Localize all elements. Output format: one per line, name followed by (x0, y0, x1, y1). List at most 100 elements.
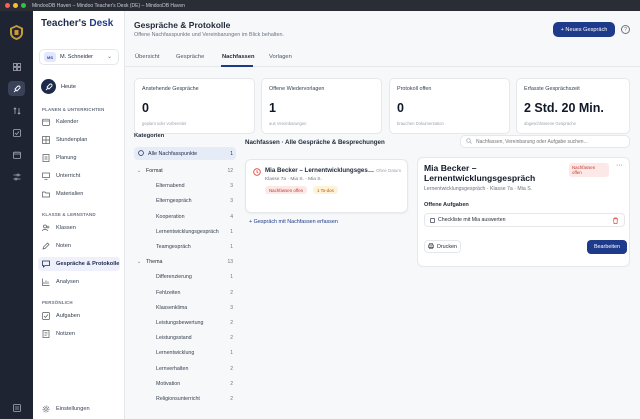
category-item[interactable]: Leistungsbewertung 2 (134, 317, 236, 329)
category-label: Klassenklima (156, 304, 188, 311)
page-title: Gespräche & Protokolle (134, 20, 231, 30)
category-item[interactable]: Lernverhalten 2 (134, 363, 236, 375)
sidebar-item-label: Gespräche & Protokolle (56, 261, 120, 267)
rail-sliders-icon[interactable] (8, 169, 25, 184)
category-count: 2 (230, 320, 233, 326)
rail-dashboard-icon[interactable] (8, 59, 25, 74)
sidebar: Teacher's Desk MS M. Schneider ⌄ Heute P… (33, 11, 125, 419)
search-input[interactable] (476, 138, 626, 145)
help-icon[interactable]: ? (621, 25, 630, 34)
detail-panel: Mia Becker – Lernentwicklungsgespräch Na… (417, 157, 630, 267)
category-item[interactable]: Religionsunterricht 2 (134, 393, 236, 405)
sidebar-item-stundenplan[interactable]: Stundenplan (38, 133, 120, 147)
close-window-button[interactable] (5, 3, 10, 8)
rail-check-icon[interactable] (8, 125, 25, 140)
tab-gespraeche[interactable]: Gespräche (176, 54, 204, 60)
category-item[interactable]: Elterngespräch 3 (134, 195, 236, 207)
sidebar-item-aufgaben[interactable]: Aufgaben (38, 309, 120, 323)
category-item[interactable]: Lernentwicklungsgespräch 1 (134, 226, 236, 238)
sidebar-section-klasse: KLASSE & LERNSTAND (42, 212, 96, 217)
zoom-window-button[interactable] (21, 3, 26, 8)
trash-icon[interactable] (612, 217, 619, 226)
add-followup-link[interactable]: + Gespräch mit Nachfassen erfassen (249, 219, 338, 225)
sidebar-item-label: Noten (56, 243, 71, 249)
sidebar-item-klassen[interactable]: Klassen (38, 221, 120, 235)
category-count: 12 (227, 168, 233, 174)
search-box (460, 135, 630, 148)
tab-bar: Übersicht Gespräche Nachfassen Vorlagen (125, 51, 640, 67)
category-item[interactable]: Kooperation 4 (134, 211, 236, 223)
category-item[interactable]: Lernentwicklung 1 (134, 347, 236, 359)
chevron-down-icon[interactable]: ⌄ (137, 259, 141, 265)
category-item[interactable]: Klassenklima 3 (134, 302, 236, 314)
task-checkbox[interactable] (430, 217, 435, 223)
minimize-window-button[interactable] (13, 3, 18, 8)
sidebar-item-unterricht[interactable]: Unterricht (38, 169, 120, 183)
sidebar-item-noten[interactable]: Noten (38, 239, 120, 253)
list-item[interactable]: Mia Becker – Lernentwicklungsgespräch Oh… (245, 159, 408, 213)
user-selector[interactable]: MS M. Schneider ⌄ (39, 49, 119, 65)
sidebar-item-notizen[interactable]: Notizen (38, 327, 120, 341)
sidebar-item-analysen[interactable]: Analysen (38, 275, 120, 289)
checkbox-icon (42, 312, 50, 320)
sidebar-item-today[interactable]: Heute (41, 79, 76, 94)
category-item[interactable]: Elternabend 3 (134, 180, 236, 192)
rail-rocket-icon[interactable] (8, 81, 25, 96)
printer-icon (428, 242, 434, 251)
rail-calendar-icon[interactable] (8, 147, 25, 162)
category-item[interactable]: Fehlzeiten 2 (134, 287, 236, 299)
rail-sort-icon[interactable] (8, 103, 25, 118)
category-label: Leistungsstand (156, 335, 192, 342)
categories-title: Kategorien (134, 133, 165, 139)
new-conversation-button[interactable]: + Neues Gespräch (553, 22, 615, 37)
category-label: Differenzierung (156, 274, 192, 281)
window-title: MindooDB Haven – Mindoo Teacher's Desk (… (32, 2, 185, 9)
list-title: Nachfassen · Alle Gespräche & Besprechun… (245, 139, 385, 146)
sidebar-item-kalender[interactable]: Kalender (38, 115, 120, 129)
status-badge: Nachfassen offen (265, 186, 308, 194)
detail-meta: Lernentwicklungsgespräch · Klasse 7a · M… (424, 186, 533, 192)
chevron-down-icon[interactable]: ⌄ (137, 168, 141, 174)
sidebar-item-planung[interactable]: Planung (38, 151, 120, 165)
document-icon (42, 154, 50, 162)
item-date: Ohne Datum (376, 168, 401, 173)
monitor-icon (42, 172, 50, 180)
stat-hint: abgeschlossene Gespräche (524, 121, 576, 126)
circle-icon (138, 150, 144, 158)
tab-uebersicht[interactable]: Übersicht (135, 54, 159, 60)
status-badge: Nachfassen offen (569, 163, 609, 177)
sidebar-item-materialien[interactable]: Materialien (38, 187, 120, 201)
category-count: 1 (230, 350, 233, 357)
stat-hint: brauchen Dokumentation (397, 121, 444, 126)
rocket-icon (41, 79, 56, 94)
tab-vorlagen[interactable]: Vorlagen (269, 54, 292, 60)
category-item[interactable]: Teamgespräch 1 (134, 241, 236, 253)
category-item[interactable]: Motivation 2 (134, 378, 236, 390)
category-label: Alle Nachfasspunkte (148, 150, 198, 157)
category-group[interactable]: ⌄ Thema 13 (134, 256, 236, 268)
print-button[interactable]: Drucken (424, 240, 461, 253)
category-count: 2 (230, 365, 233, 372)
stat-value: 1 (269, 101, 276, 115)
category-item[interactable]: Differenzierung 1 (134, 271, 236, 283)
sidebar-item-label: Einstellungen (56, 406, 90, 412)
sidebar-item-gespraeche[interactable]: Gespräche & Protokolle (38, 257, 120, 271)
stat-card-gespraechszeit: Erfasste Gesprächszeit 2 Std. 20 Min. ab… (516, 78, 630, 134)
sidebar-section-plan: PLANEN & UNTERRICHTEN (42, 107, 105, 112)
rail-menu-icon[interactable] (8, 400, 25, 415)
category-count: 1 (230, 244, 233, 250)
tab-nachfassen[interactable]: Nachfassen (222, 54, 255, 60)
category-count: 13 (227, 259, 233, 266)
more-icon[interactable]: ··· (616, 162, 623, 169)
category-all[interactable]: Alle Nachfasspunkte 1 (134, 147, 236, 160)
stat-hint: aus Vereinbarungen (269, 121, 307, 126)
category-item[interactable]: Leistungsstand 2 (134, 332, 236, 344)
sidebar-item-settings[interactable]: Einstellungen (38, 402, 120, 416)
category-label: Lernentwicklung (156, 350, 195, 357)
chat-icon (42, 260, 50, 268)
edit-button[interactable]: Bearbeiten (587, 240, 627, 254)
task-label: Checkliste mit Mia auswerten (438, 217, 506, 223)
category-group[interactable]: ⌄ Format 12 (134, 165, 236, 177)
category-count: 1 (230, 274, 233, 281)
pencil-icon (42, 242, 50, 250)
